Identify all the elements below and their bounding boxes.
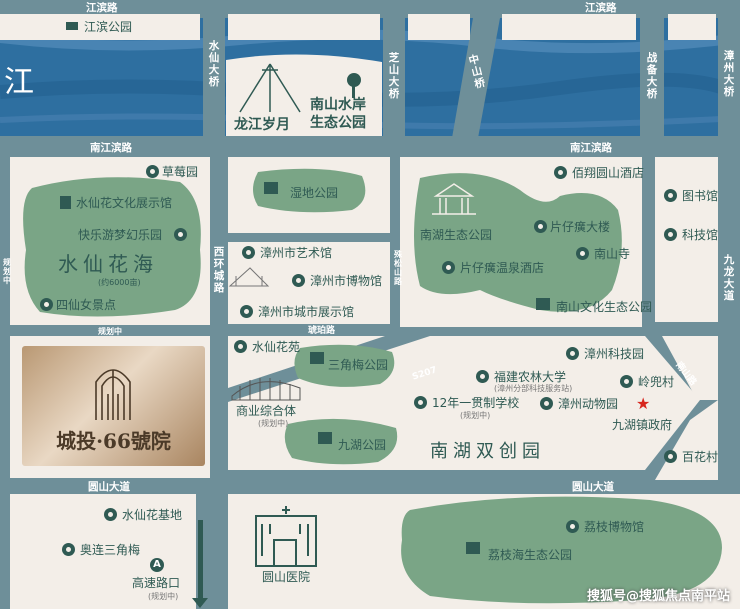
road-yuanshan-left: 圆山大道 [88, 481, 130, 493]
park-bench-icon [310, 352, 324, 364]
poi-shuixian-culture: 水仙花文化展示馆 [76, 196, 173, 210]
poi-shuixian-area: (约6000亩) [98, 278, 141, 287]
road-zhanbei-bridge: 战备大桥 [646, 52, 658, 100]
arch-logo-icon [95, 369, 131, 420]
location-pin-icon [566, 520, 579, 533]
location-pin-icon [566, 347, 579, 360]
poi-library: 图书馆 [682, 189, 719, 203]
road-nanjiang-right: 南江滨路 [570, 142, 612, 154]
poi-highway-note: (规划中) [148, 592, 179, 601]
poi-nanshan-culture: 南山文化生态公园 [556, 300, 653, 314]
poi-art-museum: 漳州市艺术馆 [260, 246, 333, 260]
location-pin-icon [620, 375, 633, 388]
road-zhangzhou-bridge: 漳州大桥 [723, 50, 735, 98]
road-zhishan-bridge: 芝山大桥 [388, 52, 400, 100]
poi-lizhi-museum: 荔枝博物馆 [584, 520, 645, 534]
poi-baihua: 百花村 [682, 450, 719, 464]
poi-yiguanzhi: 12年一贯制学校 [432, 396, 520, 410]
poi-zhangzhou-zoo: 漳州动物园 [558, 397, 619, 411]
poi-pianzai-building: 片仔癀大楼 [550, 220, 611, 234]
location-pin-icon [240, 305, 253, 318]
poi-shuixian-garden: 水仙花苑 [252, 340, 301, 354]
road-yuanshan-right: 圆山大道 [572, 481, 614, 493]
road-nanjiang-left: 南江滨路 [90, 142, 132, 154]
poi-sixian: 四仙女景点 [56, 298, 117, 312]
project-brand-name: 城投·66號院 [56, 429, 171, 453]
poi-aolian: 奥连三角梅 [80, 543, 141, 557]
location-pin-icon [664, 228, 677, 241]
park-bench-icon [264, 182, 278, 194]
nanhu-eco-park [414, 173, 622, 312]
location-pin-icon [40, 298, 53, 311]
poi-yuanshan-hospital: 圆山医院 [262, 570, 311, 584]
poi-highway: 高速路口 [132, 576, 181, 590]
poi-caomei: 草莓园 [162, 165, 199, 179]
park-bench-icon [536, 298, 550, 310]
road-planned-bottom: 规划中 [98, 327, 122, 336]
road-planned-left: 规划中 [3, 258, 11, 285]
government-star-marker: ★ [636, 394, 651, 413]
poi-kuaile: 快乐游梦幻乐园 [78, 228, 163, 242]
poi-nanshan-shuian-2: 生态公园 [310, 115, 366, 131]
location-pin-icon [242, 246, 255, 259]
road-jiulong: 九龙大道 [723, 254, 735, 302]
poi-lizhi-eco: 荔枝海生态公园 [488, 548, 573, 562]
poi-nanhu-eco: 南湖生态公园 [420, 228, 493, 242]
location-pin-icon [146, 165, 159, 178]
poi-fujian-agri: 福建农林大学 [494, 370, 567, 384]
location-pin-icon [442, 261, 455, 274]
road-hupo: 琥珀路 [308, 326, 336, 336]
poi-nanshan-temple: 南山寺 [594, 247, 631, 261]
poi-lingdou: 岭兜村 [638, 375, 675, 389]
poi-tech-museum: 科技馆 [682, 228, 719, 242]
poi-urban-exhibition: 漳州市城市展示馆 [258, 305, 355, 319]
poi-jiuhu-park: 九湖公园 [338, 438, 387, 452]
location-pin-icon [554, 166, 567, 179]
location-pin-icon [414, 396, 427, 409]
project-brand-card[interactable]: 城投·66號院 [22, 346, 205, 466]
location-pin-icon [104, 508, 117, 521]
poi-nanshan-shuian: 南山水岸 [310, 97, 366, 113]
poi-nanhu-innovation: 南湖双创园 [430, 441, 545, 462]
road-jiangbin-right: 江滨路 [585, 2, 617, 14]
building-icon [60, 196, 71, 209]
poi-fujian-agri-note: (漳州分部科技服务站) [494, 384, 573, 393]
road-xihuan: 西环城路 [213, 246, 225, 294]
location-pin-icon [234, 340, 247, 353]
poi-yiguanzhi-note: (规划中) [460, 411, 491, 420]
poi-sanjiaomei: 三角梅公园 [328, 358, 389, 372]
poi-jiangbin-park: 江滨公园 [84, 20, 133, 34]
poi-shuixian-base: 水仙花基地 [122, 508, 183, 522]
poi-tech-park: 漳州科技园 [584, 347, 645, 361]
road-jiangbin: 江滨路 [86, 2, 118, 14]
park-bench-icon [466, 542, 480, 554]
location-pin-icon [534, 220, 547, 233]
poi-baixiang-hotel: 佰翔圆山酒店 [572, 166, 645, 180]
road-shuisong: 殊松山路 [394, 250, 402, 286]
location-pin-icon [62, 543, 75, 556]
highway-badge: A [150, 558, 164, 572]
location-pin-icon [292, 274, 305, 287]
poi-shidi: 湿地公园 [290, 186, 339, 200]
location-pin-icon [540, 397, 553, 410]
poi-commercial: 商业综合体 [236, 404, 297, 418]
poi-pianzai-hotel: 片仔癀温泉酒店 [460, 261, 545, 275]
poi-museum: 漳州市博物馆 [310, 274, 383, 288]
river-label: 江 [4, 65, 39, 100]
project-location-map: 江 江滨路 江滨路 南江滨路 南江滨路 水仙大桥 芝山大桥 中山桥 战备大桥 漳… [0, 0, 740, 609]
poi-jiuhu-gov: 九湖镇政府 [612, 418, 673, 432]
watermark: 搜狐号@搜狐焦点南平站 [586, 589, 730, 604]
poi-commercial-note: (规划中) [258, 419, 289, 428]
ferris-wheel-icon [174, 228, 187, 241]
location-pin-icon [576, 247, 589, 260]
poi-longjiang: 龙江岁月 [234, 117, 290, 133]
location-pin-icon [664, 450, 677, 463]
park-bench-icon [318, 432, 332, 444]
park-bench-icon [66, 22, 78, 30]
location-pin-icon [664, 189, 677, 202]
poi-shuixianhuahai: 水仙花海 [58, 252, 158, 276]
location-pin-icon [476, 370, 489, 383]
road-shuixian-bridge: 水仙大桥 [208, 40, 220, 88]
